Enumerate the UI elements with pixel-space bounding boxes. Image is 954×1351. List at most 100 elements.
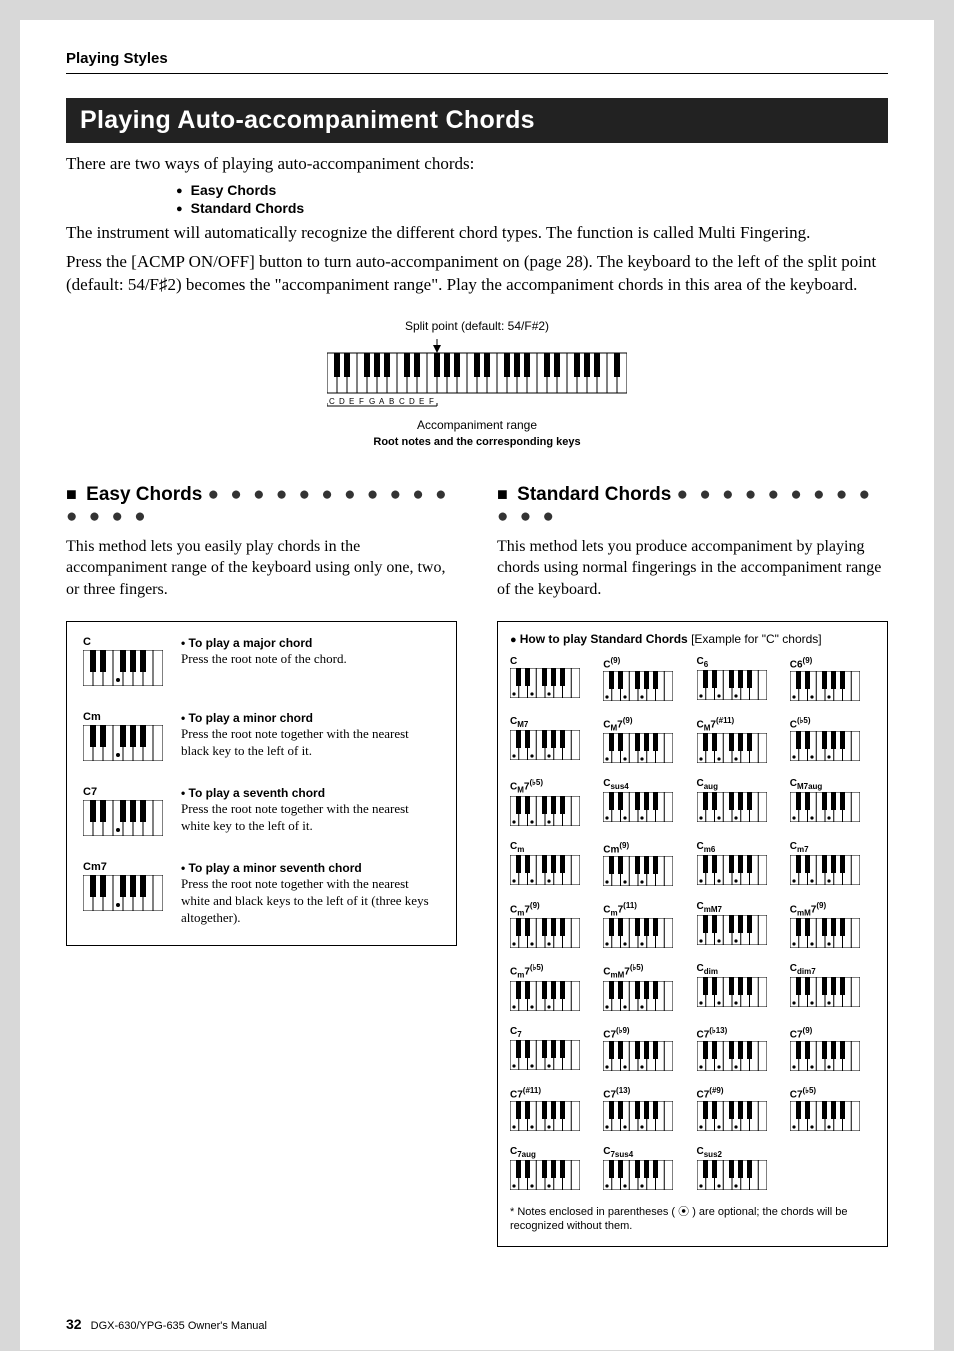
chord-cell: C7sus4 bbox=[603, 1146, 688, 1195]
chord-how-title: To play a minor chord bbox=[181, 711, 440, 727]
chord-name: Cm bbox=[510, 841, 595, 854]
chord-name: CM7(#11) bbox=[697, 716, 782, 732]
chord-how-title: To play a major chord bbox=[181, 636, 347, 652]
keyboard-illustration: CDEF GABC DEF bbox=[327, 339, 627, 409]
mini-keyboard bbox=[510, 668, 595, 703]
mini-keyboard bbox=[603, 856, 688, 891]
chord-name: C7(♭9) bbox=[603, 1026, 688, 1040]
chord-name: Csus4 bbox=[603, 778, 688, 791]
chord-name: C7aug bbox=[510, 1146, 595, 1159]
manual-title: DGX-630/YPG-635 Owner's Manual bbox=[91, 1320, 267, 1332]
chord-cell: CM7(9) bbox=[603, 716, 688, 768]
chord-name: C7(♭5) bbox=[790, 1086, 875, 1100]
chord-name: CM7(♭5) bbox=[510, 778, 595, 794]
root-notes-caption: Root notes and the corresponding keys bbox=[66, 436, 888, 448]
chord-cell: Cm bbox=[510, 841, 595, 891]
chord-name: C(9) bbox=[603, 656, 688, 670]
easy-chord-row: C To play a major chordPress the root not… bbox=[83, 636, 440, 691]
chord-name: C7 bbox=[510, 1026, 595, 1039]
chord-cell: Cm7(9) bbox=[510, 901, 595, 953]
chord-name: Csus2 bbox=[697, 1146, 782, 1159]
mini-keyboard bbox=[790, 671, 875, 706]
chord-label: C bbox=[83, 636, 163, 648]
chord-name: Cm7 bbox=[790, 841, 875, 854]
easy-chord-row: C7 To play a seventh chordPress the root … bbox=[83, 786, 440, 841]
chord-name: C7sus4 bbox=[603, 1146, 688, 1159]
mini-keyboard bbox=[697, 977, 782, 1012]
chord-name: Caug bbox=[697, 778, 782, 791]
chord-cell: C7(#9) bbox=[697, 1086, 782, 1136]
chord-name: Cm6 bbox=[697, 841, 782, 854]
chord-cell: C7(♭13) bbox=[697, 1026, 782, 1076]
mini-keyboard bbox=[603, 1101, 688, 1136]
svg-text:B: B bbox=[389, 397, 394, 406]
easy-intro: This method lets you easily play chords … bbox=[66, 536, 457, 601]
mini-keyboard bbox=[697, 1041, 782, 1076]
chord-label: C7 bbox=[83, 786, 163, 798]
mini-keyboard bbox=[603, 1041, 688, 1076]
section-header: Playing Styles bbox=[66, 50, 888, 67]
chord-how-title: To play a seventh chord bbox=[181, 786, 440, 802]
mini-keyboard: C bbox=[83, 636, 163, 691]
standard-chords-column: Standard Chords ● ● ● ● ● ● ● ● ● ● ● ● … bbox=[497, 474, 888, 1247]
chord-cell: CM7(♭5) bbox=[510, 778, 595, 830]
mini-keyboard: Cm7 bbox=[83, 861, 163, 927]
chord-name: CM7aug bbox=[790, 778, 875, 791]
chord-cell: Cm(9) bbox=[603, 841, 688, 891]
chord-name: C7(13) bbox=[603, 1086, 688, 1100]
mini-keyboard bbox=[697, 1101, 782, 1136]
chord-cell: C7(9) bbox=[790, 1026, 875, 1076]
keyboard-figure: Split point (default: 54/F#2) bbox=[66, 319, 888, 448]
page-footer: 32 DGX-630/YPG-635 Owner's Manual bbox=[66, 1316, 267, 1332]
mini-keyboard bbox=[790, 1041, 875, 1076]
heading-text: Easy Chords bbox=[86, 484, 202, 505]
chord-cell: Cm7(♭5) bbox=[510, 963, 595, 1015]
easy-chord-text: To play a seventh chordPress the root no… bbox=[181, 786, 440, 841]
mini-keyboard bbox=[790, 1101, 875, 1136]
mini-keyboard: Cm bbox=[83, 711, 163, 766]
svg-text:D: D bbox=[409, 397, 415, 406]
chord-name: C(♭5) bbox=[790, 716, 875, 730]
mini-keyboard bbox=[697, 915, 782, 950]
chord-cell: CM7aug bbox=[790, 778, 875, 830]
chord-name: Cdim7 bbox=[790, 963, 875, 976]
easy-chords-column: Easy Chords ● ● ● ● ● ● ● ● ● ● ● ● ● ● … bbox=[66, 474, 457, 946]
easy-chord-text: To play a minor seventh chordPress the r… bbox=[181, 861, 440, 927]
chord-cell: C(♭5) bbox=[790, 716, 875, 768]
chord-cell: C6 bbox=[697, 656, 782, 706]
chord-cell: Csus2 bbox=[697, 1146, 782, 1195]
mini-keyboard bbox=[510, 855, 595, 890]
svg-text:E: E bbox=[349, 397, 354, 406]
mini-keyboard bbox=[697, 1160, 782, 1195]
chord-how-desc: Press the root note of the chord. bbox=[181, 651, 347, 668]
mini-keyboard bbox=[510, 730, 595, 765]
std-box-heading: How to play Standard Chords [Example for… bbox=[510, 632, 875, 646]
mini-keyboard bbox=[510, 918, 595, 953]
chord-name: CmM7(♭5) bbox=[603, 963, 688, 979]
chord-cell: Csus4 bbox=[603, 778, 688, 830]
chord-cell: CmM7(9) bbox=[790, 901, 875, 953]
chord-name: CM7(9) bbox=[603, 716, 688, 732]
easy-chord-text: To play a minor chordPress the root note… bbox=[181, 711, 440, 766]
chord-name: C7(♭13) bbox=[697, 1026, 782, 1040]
heading-text: Standard Chords bbox=[517, 484, 671, 505]
chord-grid: CC(9)C6C6(9)CM7CM7(9)CM7(#11)C(♭5)CM7(♭5… bbox=[510, 656, 875, 1196]
standard-intro: This method lets you produce accompanime… bbox=[497, 536, 888, 601]
mini-keyboard: C7 bbox=[83, 786, 163, 841]
mini-keyboard bbox=[790, 977, 875, 1012]
chord-cell: Cm7 bbox=[790, 841, 875, 891]
chord-cell: C7(♭9) bbox=[603, 1026, 688, 1076]
svg-text:F: F bbox=[359, 397, 364, 406]
intro-paragraph-3: Press the [ACMP ON/OFF] button to turn a… bbox=[66, 251, 888, 297]
mini-keyboard bbox=[603, 733, 688, 768]
std-head-rest: [Example for "C" chords] bbox=[691, 632, 822, 646]
mini-keyboard bbox=[603, 671, 688, 706]
easy-chords-heading: Easy Chords ● ● ● ● ● ● ● ● ● ● ● ● ● ● … bbox=[66, 484, 457, 528]
section-title: Playing Auto-accompaniment Chords bbox=[66, 98, 888, 143]
chord-name: C bbox=[510, 656, 595, 667]
chord-cell: C7(♭5) bbox=[790, 1086, 875, 1136]
svg-text:G: G bbox=[369, 397, 375, 406]
chord-name: C6(9) bbox=[790, 656, 875, 670]
accompaniment-range-label: Accompaniment range bbox=[66, 418, 888, 432]
chord-cell: C bbox=[510, 656, 595, 706]
